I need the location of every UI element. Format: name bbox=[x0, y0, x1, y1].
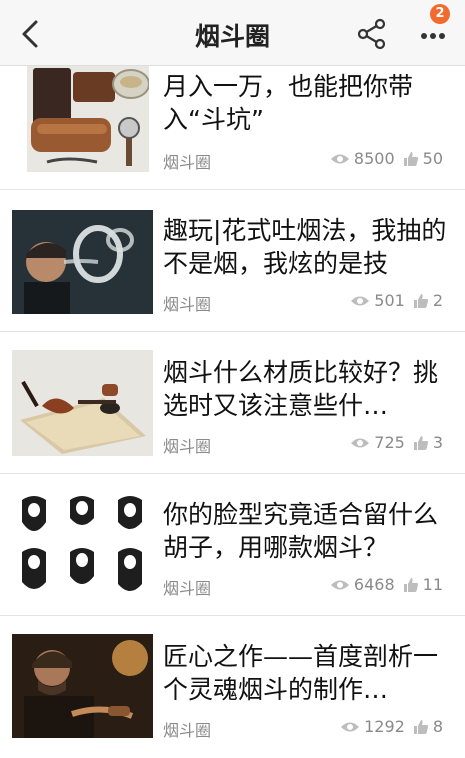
article-title[interactable]: 月入一万，也能把你带入“斗坑” bbox=[163, 70, 448, 136]
article-thumbnail bbox=[27, 66, 149, 172]
article-stats: 6468 11 bbox=[330, 575, 443, 594]
article-stats: 725 3 bbox=[350, 433, 443, 452]
like-count: 2 bbox=[432, 291, 443, 310]
article-title[interactable]: 趣玩|花式吐烟法，我抽的不是烟，我炫的是技 bbox=[163, 214, 448, 280]
article-stats: 1292 8 bbox=[340, 717, 443, 736]
article-thumbnail bbox=[12, 350, 153, 456]
view-count: 501 bbox=[374, 291, 405, 310]
top-nav-bar: 烟斗圈 2 bbox=[0, 0, 465, 66]
eye-icon bbox=[330, 154, 349, 163]
like-count: 50 bbox=[422, 149, 443, 168]
article-source: 烟斗圈 bbox=[163, 579, 212, 598]
eye-icon bbox=[330, 580, 349, 589]
article-stats: 501 2 bbox=[350, 291, 443, 310]
eye-icon bbox=[341, 722, 360, 731]
article-thumbnail bbox=[12, 492, 153, 598]
view-count: 1292 bbox=[364, 717, 405, 736]
thumbs-up-icon bbox=[403, 577, 418, 592]
article-item[interactable]: 匠心之作——首度剖析一个灵魂烟斗的制作… 烟斗圈 1292 8 bbox=[0, 616, 465, 758]
article-title[interactable]: 烟斗什么材质比较好？挑选时又该注意些什… bbox=[163, 356, 448, 422]
article-title[interactable]: 你的脸型究竟适合留什么胡子，用哪款烟斗？ bbox=[163, 498, 448, 564]
view-count: 725 bbox=[374, 433, 405, 452]
thumbs-up-icon bbox=[413, 293, 428, 308]
article-list: 月入一万，也能把你带入“斗坑” 烟斗圈 8500 50 趣玩|花式吐烟法，我抽的… bbox=[0, 66, 465, 758]
page-title: 烟斗圈 bbox=[194, 22, 270, 51]
thumbs-up-icon bbox=[413, 719, 428, 734]
like-count: 8 bbox=[432, 717, 443, 736]
like-count: 3 bbox=[432, 433, 443, 452]
view-count: 6468 bbox=[353, 575, 395, 594]
article-source: 烟斗圈 bbox=[163, 295, 212, 314]
article-item[interactable]: 月入一万，也能把你带入“斗坑” 烟斗圈 8500 50 bbox=[0, 66, 465, 190]
article-source: 烟斗圈 bbox=[163, 437, 212, 456]
article-item[interactable]: 烟斗什么材质比较好？挑选时又该注意些什… 烟斗圈 725 3 bbox=[0, 332, 465, 474]
article-item[interactable]: 你的脸型究竟适合留什么胡子，用哪款烟斗？ 烟斗圈 6468 11 bbox=[0, 474, 465, 616]
thumbs-up-icon bbox=[413, 435, 428, 450]
article-title[interactable]: 匠心之作——首度剖析一个灵魂烟斗的制作… bbox=[163, 640, 448, 706]
like-count: 11 bbox=[422, 575, 443, 594]
share-icon[interactable] bbox=[354, 16, 390, 52]
chevron-left-icon[interactable] bbox=[16, 16, 46, 52]
article-thumbnail bbox=[12, 210, 153, 314]
article-source: 烟斗圈 bbox=[163, 153, 212, 172]
notification-badge: 2 bbox=[430, 4, 450, 24]
article-item[interactable]: 趣玩|花式吐烟法，我抽的不是烟，我炫的是技 烟斗圈 501 2 bbox=[0, 190, 465, 332]
article-source: 烟斗圈 bbox=[163, 721, 212, 740]
view-count: 8500 bbox=[353, 149, 395, 168]
article-stats: 8500 50 bbox=[330, 149, 443, 168]
article-thumbnail bbox=[12, 634, 153, 738]
eye-icon bbox=[351, 438, 370, 447]
thumbs-up-icon bbox=[403, 151, 418, 166]
eye-icon bbox=[351, 296, 370, 305]
